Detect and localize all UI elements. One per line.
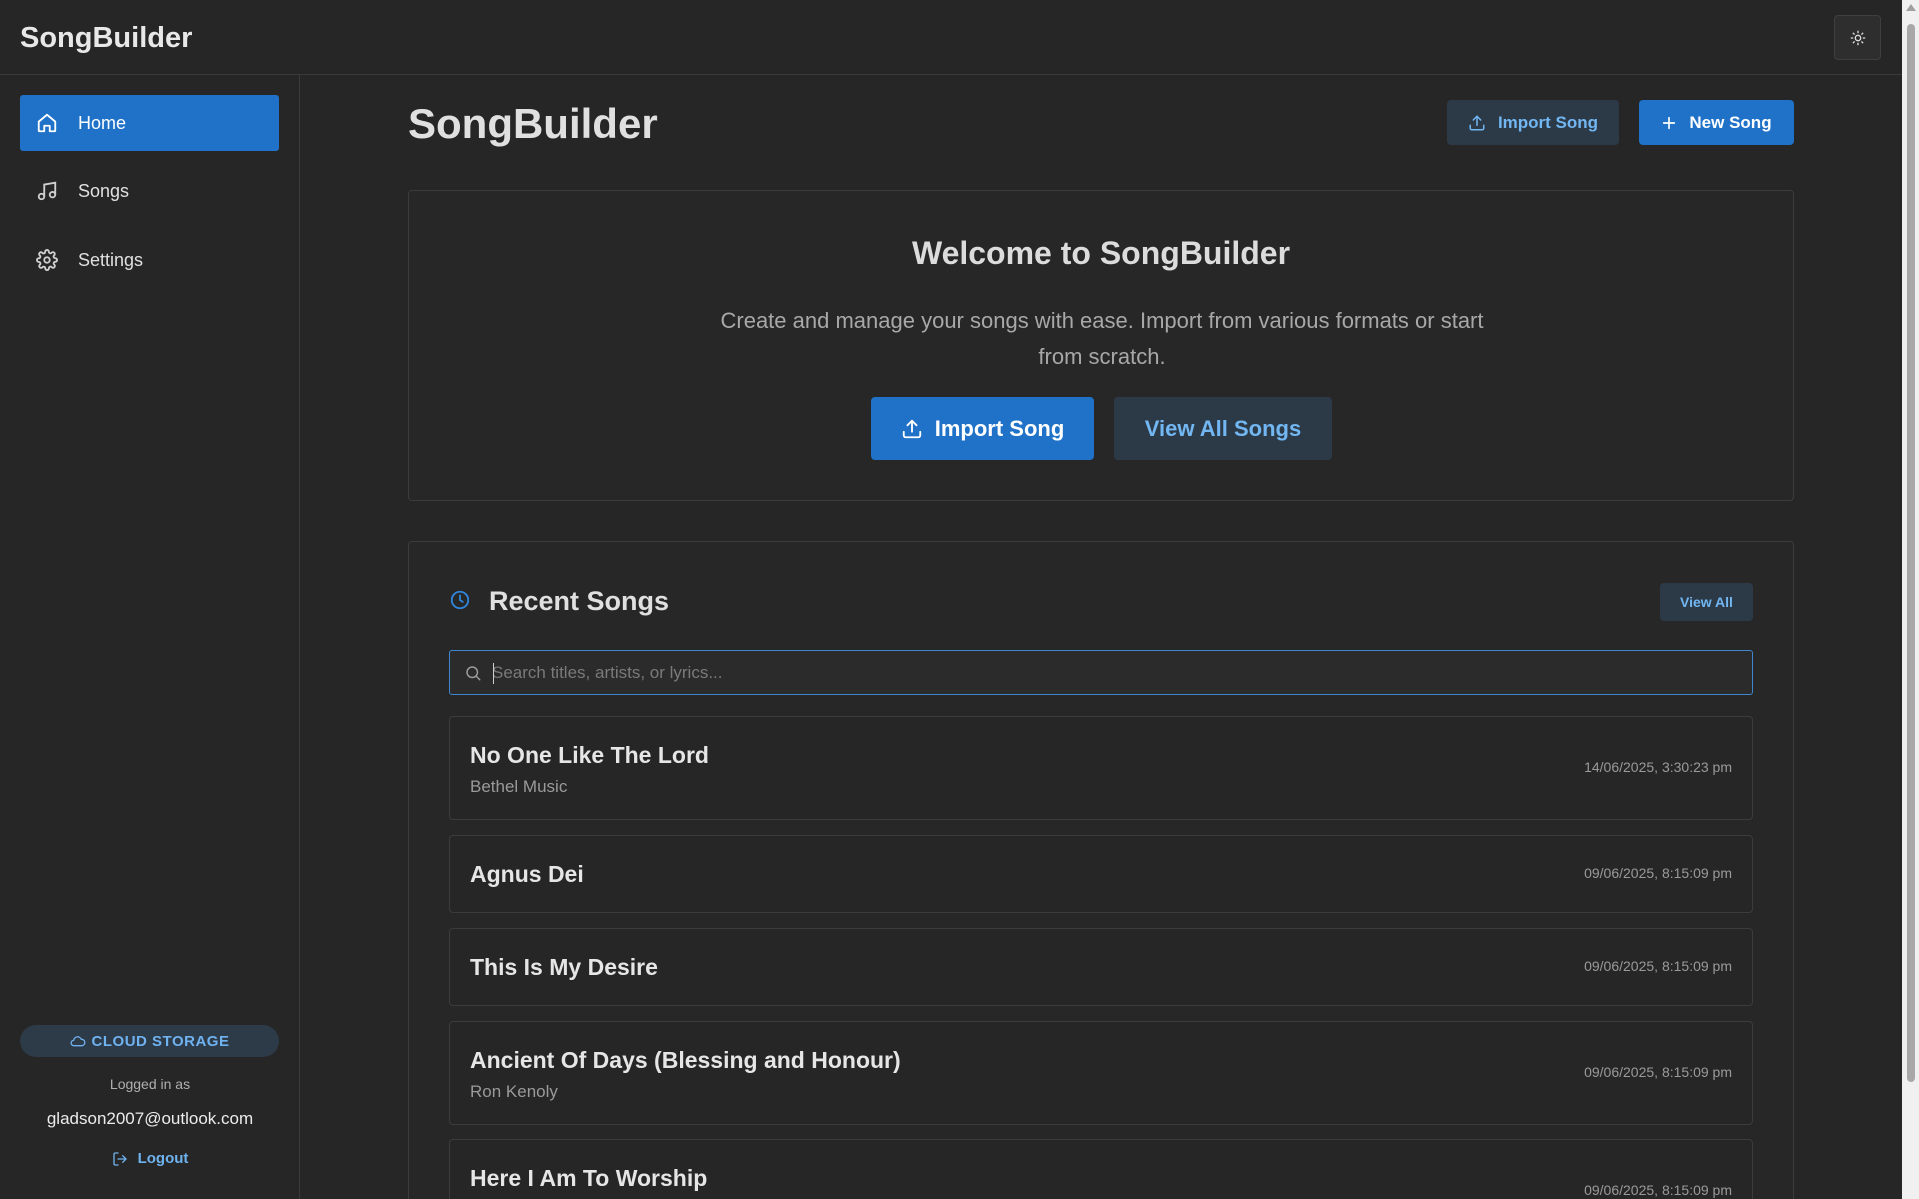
button-label: Import Song <box>934 415 1065 441</box>
app-title: SongBuilder <box>20 22 193 54</box>
song-title: Here I Am To Worship <box>470 1165 708 1191</box>
user-email: gladson2007@outlook.com <box>46 1109 254 1128</box>
search-input[interactable] <box>492 659 1732 687</box>
upload-icon <box>1468 114 1498 132</box>
song-title: This Is My Desire <box>470 954 658 980</box>
song-row[interactable]: Here I Am To Worship 09/06/2025, 8:15:09… <box>449 1139 1753 1199</box>
page-title: SongBuilder <box>408 100 658 147</box>
text-caret <box>493 663 494 684</box>
sidebar-item-label: Home <box>78 112 127 133</box>
button-label: View All Songs <box>1144 415 1302 441</box>
welcome-subtitle: Create and manage your songs with ease. … <box>720 308 1484 369</box>
search-icon <box>464 664 482 682</box>
sidebar-item-home[interactable]: Home <box>20 95 279 151</box>
song-artist: Bethel Music <box>470 777 568 796</box>
cloud-icon <box>70 1034 92 1048</box>
header-import-song-button[interactable]: Import Song <box>1447 100 1619 145</box>
scroll-up-arrow-icon[interactable] <box>1906 4 1916 11</box>
sidebar-item-songs[interactable]: Songs <box>20 163 279 219</box>
logout-label: Logout <box>137 1150 189 1167</box>
welcome-panel: Welcome to SongBuilder Create and manage… <box>408 190 1794 501</box>
logout-icon <box>112 1151 138 1167</box>
button-label: View All <box>1680 594 1733 610</box>
music-note-icon <box>36 180 58 202</box>
song-date: 09/06/2025, 8:15:09 pm <box>1584 1064 1732 1080</box>
logout-button[interactable]: Logout <box>0 1150 300 1167</box>
song-title: Ancient Of Days (Blessing and Honour) <box>470 1047 901 1073</box>
gear-icon <box>36 249 58 271</box>
song-row[interactable]: No One Like The Lord Bethel Music 14/06/… <box>449 716 1753 820</box>
song-title: No One Like The Lord <box>470 742 709 768</box>
button-label: New Song <box>1689 112 1772 132</box>
sidebar-item-label: Settings <box>78 249 144 270</box>
recent-songs-panel: Recent Songs View All No One Like The Lo… <box>408 541 1794 1199</box>
new-song-button[interactable]: New Song <box>1639 100 1794 145</box>
song-title: Agnus Dei <box>470 861 584 887</box>
sidebar-item-settings[interactable]: Settings <box>20 232 279 288</box>
welcome-title: Welcome to SongBuilder <box>911 235 1291 271</box>
welcome-import-song-button[interactable]: Import Song <box>871 397 1094 460</box>
plus-icon <box>1661 115 1689 131</box>
scroll-thumb[interactable] <box>1907 24 1915 1082</box>
upload-icon <box>901 418 935 440</box>
song-row[interactable]: Agnus Dei 09/06/2025, 8:15:09 pm <box>449 835 1753 913</box>
home-icon <box>36 112 58 134</box>
theme-toggle-button[interactable] <box>1834 15 1881 60</box>
song-date: 09/06/2025, 8:15:09 pm <box>1584 865 1732 881</box>
cloud-storage-badge: CLOUD STORAGE <box>20 1025 279 1057</box>
song-date: 14/06/2025, 3:30:23 pm <box>1584 759 1732 775</box>
button-label: Import Song <box>1497 112 1599 132</box>
view-all-songs-button[interactable]: View All Songs <box>1114 397 1332 460</box>
search-box <box>449 650 1753 695</box>
song-artist: Ron Kenoly <box>470 1082 558 1101</box>
song-row[interactable]: Ancient Of Days (Blessing and Honour) Ro… <box>449 1021 1753 1125</box>
song-date: 09/06/2025, 8:15:09 pm <box>1584 958 1732 974</box>
clock-icon <box>449 589 471 611</box>
sun-icon <box>1850 30 1866 46</box>
page-scrollbar[interactable] <box>1902 0 1919 1199</box>
storage-label: CLOUD STORAGE <box>91 1032 230 1050</box>
sidebar-item-label: Songs <box>78 180 130 201</box>
top-bar: SongBuilder <box>0 0 1902 75</box>
logged-in-label: Logged in as <box>109 1076 191 1092</box>
song-row[interactable]: This Is My Desire 09/06/2025, 8:15:09 pm <box>449 928 1753 1006</box>
sidebar: Home Songs Settings CLOUD STORAGE Logged… <box>0 75 300 1199</box>
recent-songs-title: Recent Songs <box>489 586 670 616</box>
song-date: 09/06/2025, 8:15:09 pm <box>1584 1182 1732 1198</box>
recent-view-all-button[interactable]: View All <box>1660 583 1753 621</box>
